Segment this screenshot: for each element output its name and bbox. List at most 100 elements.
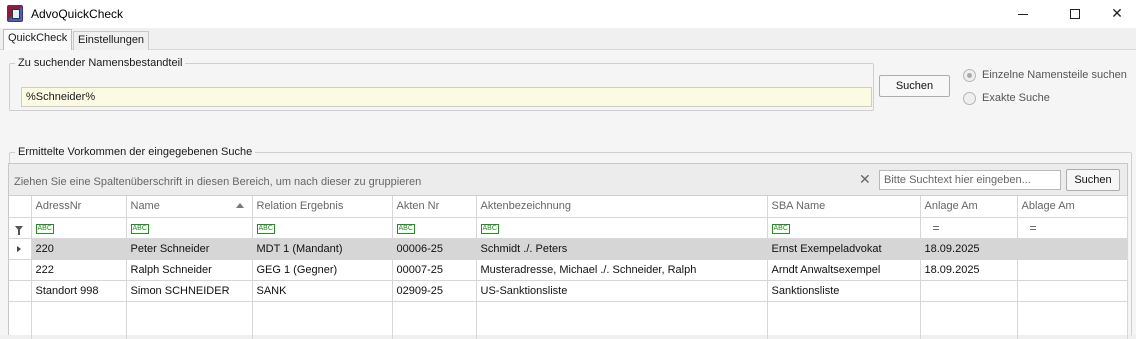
column-header-sba-name[interactable]: SBA Name	[767, 196, 921, 218]
cell-sba-name[interactable]: Sanktionsliste	[767, 280, 921, 302]
filter-funnel-icon	[15, 225, 23, 235]
column-header-name[interactable]: Name	[126, 196, 253, 218]
search-button[interactable]: Suchen	[879, 75, 950, 97]
empty-cell	[767, 301, 921, 339]
column-header-aktenbezeichnung[interactable]: Aktenbezeichnung	[476, 196, 768, 218]
empty-grid-area	[9, 301, 1128, 339]
cell-sba-name[interactable]: Arndt Anwaltsexempel	[767, 259, 921, 281]
filter-cell[interactable]: ABC	[767, 217, 921, 239]
cell-ablage-am[interactable]	[1017, 238, 1128, 260]
text-filter-icon: ABC	[771, 224, 790, 234]
column-header-anlage-am[interactable]: Anlage Am	[920, 196, 1018, 218]
tab-einstellungen[interactable]: Einstellungen	[73, 31, 150, 50]
empty-cell	[1017, 301, 1128, 339]
column-header-relation[interactable]: Relation Ergebnis	[252, 196, 393, 218]
cell-name[interactable]: Peter Schneider	[126, 238, 253, 260]
grid-search-button[interactable]: Suchen	[1066, 169, 1120, 191]
text-filter-icon: ABC	[480, 224, 499, 234]
cell-anlage-am[interactable]: 18.09.2025	[920, 238, 1018, 260]
empty-cell	[126, 301, 253, 339]
option-label: Einzelne Namensteile suchen	[982, 69, 1127, 81]
cell-relation[interactable]: GEG 1 (Gegner)	[252, 259, 393, 281]
cell-ablage-am[interactable]	[1017, 280, 1128, 302]
filter-row: ABC ABC ABC ABC ABC ABC = =	[9, 217, 1128, 239]
group-by-panel[interactable]: Ziehen Sie eine Spaltenüberschrift in di…	[9, 164, 1127, 196]
column-header-akten-nr[interactable]: Akten Nr	[392, 196, 477, 218]
clear-search-icon[interactable]: ✕	[859, 172, 871, 188]
tab-quickcheck[interactable]: QuickCheck	[3, 29, 73, 50]
cell-aktenbezeichnung[interactable]: US-Sanktionsliste	[476, 280, 768, 302]
app-icon	[7, 5, 23, 22]
header-row: AdressNr Name Relation Ergebnis Akten Nr…	[9, 196, 1128, 218]
name-search-input[interactable]	[21, 87, 872, 107]
filter-cell[interactable]: ABC	[252, 217, 393, 239]
filter-cell[interactable]: ABC	[126, 217, 253, 239]
sort-ascending-icon	[235, 203, 244, 208]
filter-cell[interactable]: ABC	[476, 217, 768, 239]
cell-relation[interactable]: SANK	[252, 280, 393, 302]
cell-name[interactable]: Ralph Schneider	[126, 259, 253, 281]
text-filter-icon: ABC	[130, 224, 149, 234]
indicator-header	[9, 196, 32, 218]
row-indicator	[9, 238, 32, 260]
quickcheck-panel: Zu suchender Namensbestandteil Suchen Ei…	[0, 50, 1136, 339]
cell-ablage-am[interactable]	[1017, 259, 1128, 281]
title-bar: AdvoQuickCheck ✕	[0, 0, 1136, 28]
table-row[interactable]: Standort 998 Simon SCHNEIDER SANK 02909-…	[9, 280, 1128, 302]
close-icon: ✕	[1111, 6, 1123, 22]
search-group-legend: Zu suchender Namensbestandteil	[18, 57, 183, 69]
close-button[interactable]: ✕	[1094, 0, 1136, 28]
search-group: Zu suchender Namensbestandteil	[9, 57, 874, 111]
cell-aktenbezeichnung[interactable]: Musteradresse, Michael ./. Schneider, Ra…	[476, 259, 768, 281]
filter-cell[interactable]: =	[1017, 217, 1128, 239]
empty-cell	[252, 301, 393, 339]
group-by-hint: Ziehen Sie eine Spaltenüberschrift in di…	[14, 176, 422, 188]
row-indicator	[9, 280, 32, 302]
cell-akten-nr[interactable]: 02909-25	[392, 280, 477, 302]
option-label: Exakte Suche	[982, 92, 1050, 104]
maximize-icon	[1070, 9, 1080, 19]
row-indicator	[9, 259, 32, 281]
current-row-arrow-icon	[17, 245, 21, 252]
filter-row-indicator	[9, 217, 32, 239]
table-row[interactable]: 222 Ralph Schneider GEG 1 (Gegner) 00007…	[9, 259, 1128, 281]
tab-strip: QuickCheck Einstellungen	[0, 28, 1136, 50]
grid-search-input[interactable]	[879, 170, 1061, 190]
minimize-icon	[1018, 13, 1028, 15]
column-header-label: Name	[130, 200, 160, 213]
radio-icon[interactable]	[963, 92, 976, 105]
cell-adressnr[interactable]: 222	[31, 259, 127, 281]
text-filter-icon: ABC	[35, 224, 54, 234]
text-filter-icon: ABC	[396, 224, 415, 234]
cell-aktenbezeichnung[interactable]: Schmidt ./. Peters	[476, 238, 768, 260]
cell-akten-nr[interactable]: 00006-25	[392, 238, 477, 260]
filter-cell[interactable]: =	[920, 217, 1018, 239]
column-header-adressnr[interactable]: AdressNr	[31, 196, 127, 218]
cell-adressnr[interactable]: 220	[31, 238, 127, 260]
empty-cell	[9, 301, 32, 339]
filter-cell[interactable]: ABC	[392, 217, 477, 239]
cell-anlage-am[interactable]: 18.09.2025	[920, 259, 1018, 281]
results-table: AdressNr Name Relation Ergebnis Akten Nr…	[9, 196, 1128, 339]
empty-cell	[920, 301, 1018, 339]
empty-cell	[476, 301, 768, 339]
cell-adressnr[interactable]: Standort 998	[31, 280, 127, 302]
cell-sba-name[interactable]: Ernst Exempeladvokat	[767, 238, 921, 260]
minimize-button[interactable]	[1000, 0, 1046, 28]
empty-cell	[392, 301, 477, 339]
results-group-legend: Ermittelte Vorkommen der eingegebenen Su…	[18, 146, 253, 158]
table-row[interactable]: 220 Peter Schneider MDT 1 (Mandant) 0000…	[9, 238, 1128, 260]
cell-name[interactable]: Simon SCHNEIDER	[126, 280, 253, 302]
equals-filter-icon: =	[932, 220, 940, 235]
cell-anlage-am[interactable]	[920, 280, 1018, 302]
cell-relation[interactable]: MDT 1 (Mandant)	[252, 238, 393, 260]
window-title: AdvoQuickCheck	[31, 7, 124, 21]
filter-cell[interactable]: ABC	[31, 217, 127, 239]
column-header-ablage-am[interactable]: Ablage Am	[1017, 196, 1128, 218]
maximize-button[interactable]	[1052, 0, 1098, 28]
empty-cell	[31, 301, 127, 339]
radio-icon-checked[interactable]	[963, 69, 976, 82]
equals-filter-icon: =	[1029, 220, 1037, 235]
results-grid: Ziehen Sie eine Spaltenüberschrift in di…	[8, 163, 1128, 339]
cell-akten-nr[interactable]: 00007-25	[392, 259, 477, 281]
